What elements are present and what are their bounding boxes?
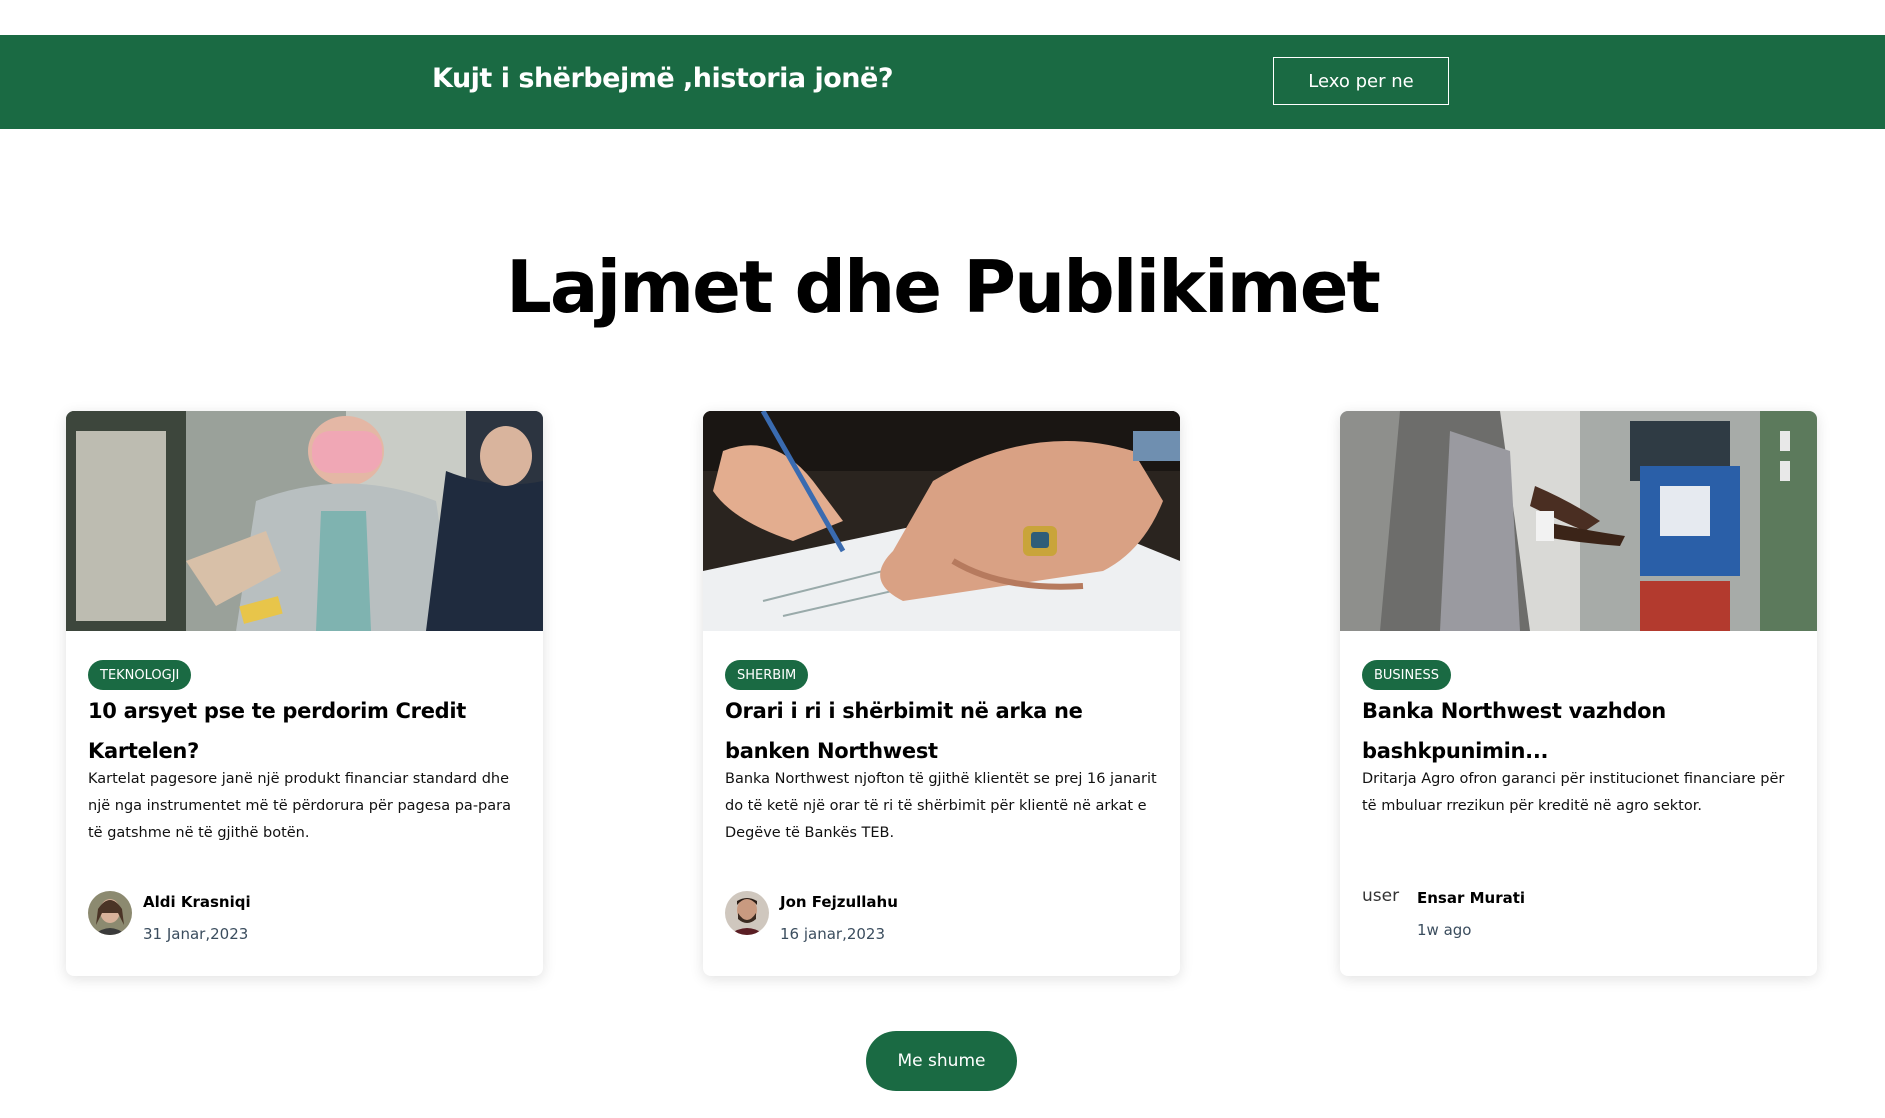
publish-date: 31 Janar,2023 — [143, 925, 249, 943]
news-card[interactable]: TEKNOLOGJI 10 arsyet pse te perdorim Cre… — [66, 411, 543, 976]
news-card[interactable]: SHERBIM Orari i ri i shërbimit në arka n… — [703, 411, 1180, 976]
read-about-us-button[interactable]: Lexo per ne — [1273, 57, 1449, 105]
category-tag[interactable]: TEKNOLOGJI — [88, 660, 192, 690]
card-title[interactable]: Orari i ri i shërbimit në arka ne banken… — [725, 691, 1165, 771]
top-banner: Kujt i shërbejmë ,historia jonë? Lexo pe… — [0, 35, 1885, 129]
card-excerpt: Dritarja Agro ofron garanci për instituc… — [1362, 771, 1785, 814]
section-title: Lajmet dhe Publikimet — [506, 245, 1381, 329]
author-block: user Ensar Murati 1w ago — [1362, 887, 1802, 939]
card-excerpt: Banka Northwest njofton të gjithë klient… — [725, 771, 1157, 841]
more-news-button[interactable]: Me shume — [866, 1031, 1017, 1091]
broken-avatar-image: user — [1362, 887, 1400, 906]
publish-date: 1w ago — [1417, 921, 1472, 939]
category-tag[interactable]: BUSINESS — [1362, 660, 1451, 690]
author-name: Aldi Krasniqi — [143, 893, 251, 911]
publish-date: 16 janar,2023 — [780, 925, 886, 943]
card-title[interactable]: Banka Northwest vazhdon bashkpunimin... — [1362, 691, 1802, 771]
author-avatar — [88, 891, 132, 935]
card-image-payment[interactable] — [66, 411, 543, 631]
author-name: Jon Fejzullahu — [780, 893, 898, 911]
banner-title: Kujt i shërbejmë ,historia jonë? — [432, 63, 894, 94]
author-block: Jon Fejzullahu 16 janar,2023 — [725, 891, 1165, 943]
author-name: Ensar Murati — [1417, 889, 1526, 907]
card-image-atm[interactable] — [1340, 411, 1817, 631]
card-image-signing[interactable] — [703, 411, 1180, 631]
author-avatar — [725, 891, 769, 935]
author-block: Aldi Krasniqi 31 Janar,2023 — [88, 891, 528, 943]
news-card[interactable]: BUSINESS Banka Northwest vazhdon bashkpu… — [1340, 411, 1817, 976]
category-tag[interactable]: SHERBIM — [725, 660, 809, 690]
card-title[interactable]: 10 arsyet pse te perdorim Credit Kartele… — [88, 691, 528, 771]
card-excerpt: Kartelat pagesore janë një produkt finan… — [88, 771, 511, 841]
